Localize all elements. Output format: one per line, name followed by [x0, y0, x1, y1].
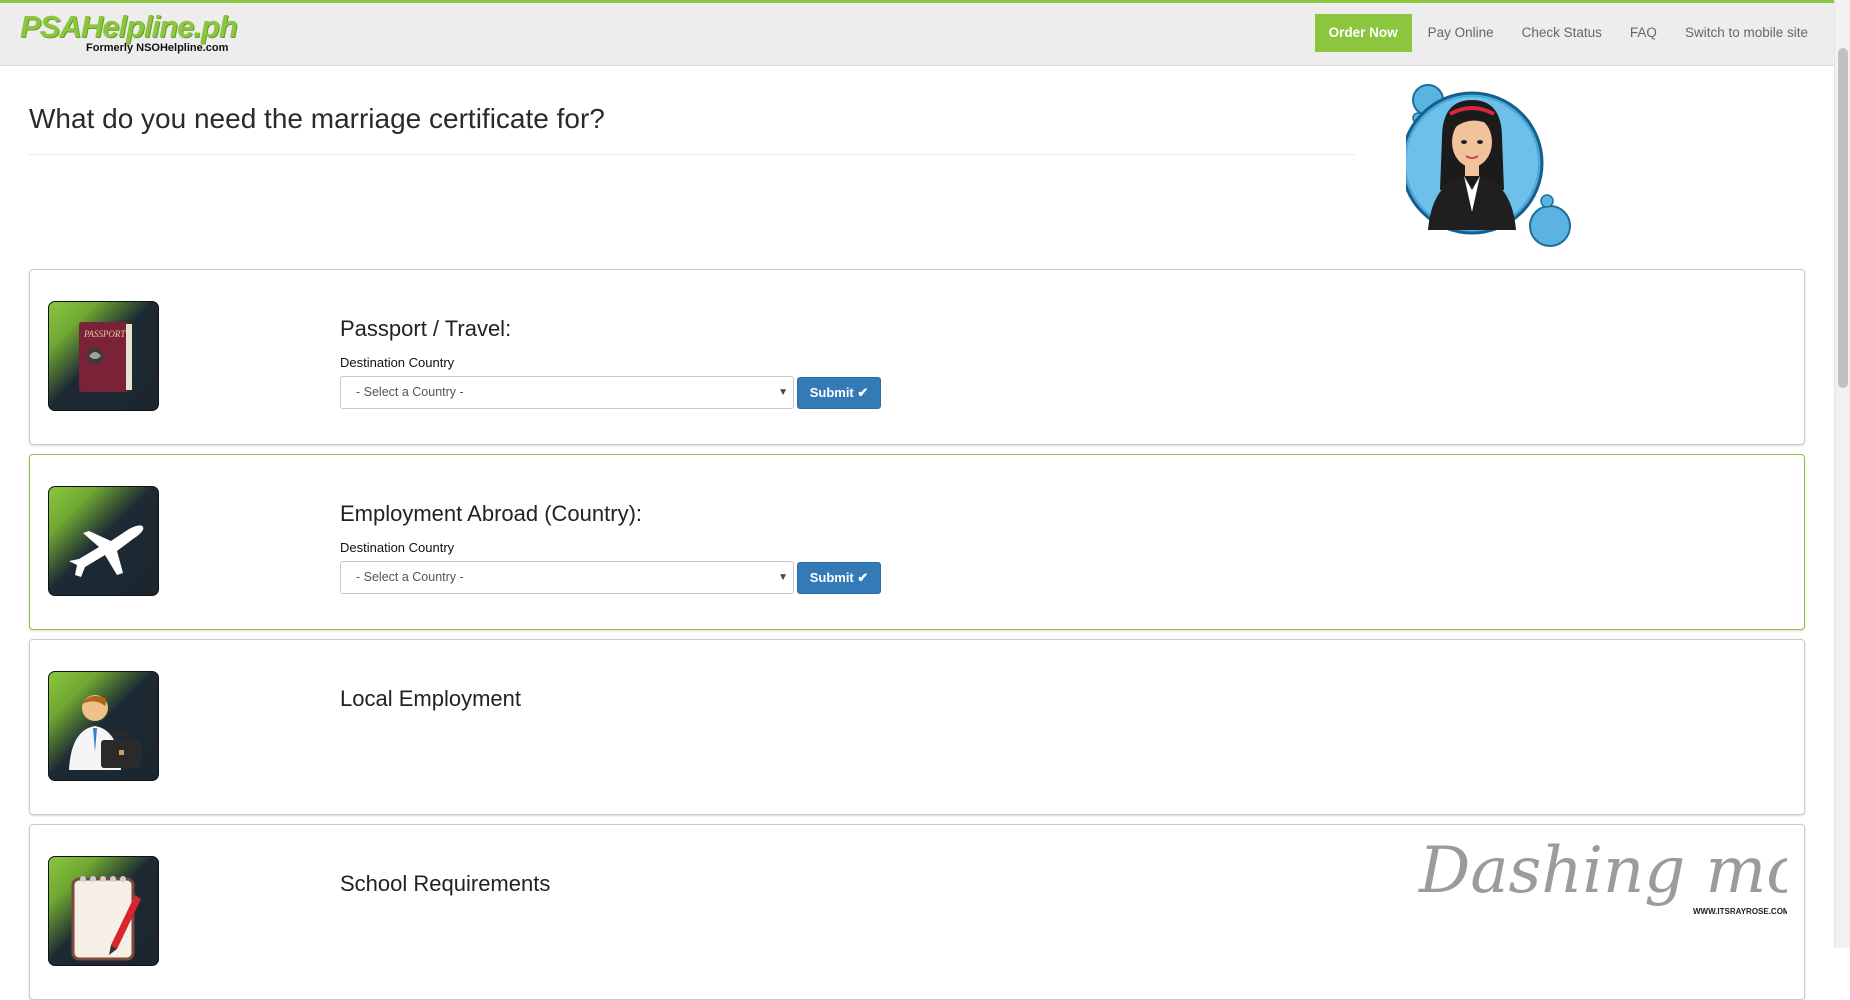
main-nav: Order Now Pay Online Check Status FAQ Sw…: [1314, 14, 1822, 52]
dropdown-arrow-icon: ▼: [778, 572, 788, 583]
svg-text:Dashing mom: Dashing mom: [1418, 834, 1787, 908]
nav-check-status[interactable]: Check Status: [1508, 14, 1616, 52]
card-title: School Requirements: [340, 871, 551, 896]
airplane-icon: [48, 486, 159, 596]
destination-country-label: Destination Country: [340, 355, 455, 370]
logo-subtitle: Formerly NSOHelpline.com: [86, 42, 229, 54]
svg-text:WWW.ITSRAYROSE.COM: WWW.ITSRAYROSE.COM: [1693, 907, 1787, 916]
assistant-avatar-icon: [1406, 84, 1571, 247]
country-select[interactable]: - Select a Country - ▼: [340, 561, 794, 594]
logo-text: PSAHelpline.ph: [20, 9, 238, 44]
nav-order-now[interactable]: Order Now: [1314, 14, 1412, 52]
checkmark-icon: ✔: [857, 385, 869, 400]
card-title: Passport / Travel:: [340, 316, 512, 341]
country-select-value: - Select a Country -: [356, 570, 464, 584]
top-nav-bar: PSAHelpline.ph Formerly NSOHelpline.com …: [0, 0, 1834, 66]
card-title: Employment Abroad (Country):: [340, 501, 643, 526]
country-select[interactable]: - Select a Country - ▼: [340, 376, 794, 409]
page-title: What do you need the marriage certificat…: [29, 103, 605, 134]
submit-label: Submit: [809, 570, 854, 585]
svg-text:PASSPORT: PASSPORT: [83, 329, 126, 339]
country-select-value: - Select a Country -: [356, 385, 464, 399]
purpose-card-local-employment[interactable]: Local Employment: [29, 639, 1805, 815]
scrollbar-thumb[interactable]: [1838, 48, 1848, 388]
card-title: Local Employment: [340, 686, 521, 711]
passport-icon: PASSPORT: [48, 301, 159, 411]
submit-button[interactable]: Submit ✔: [797, 377, 881, 409]
submit-label: Submit: [809, 385, 854, 400]
notepad-icon: [48, 856, 159, 966]
businessman-icon: [48, 671, 159, 781]
nav-faq[interactable]: FAQ: [1616, 14, 1671, 52]
purpose-card-passport-travel[interactable]: PASSPORT Passport / Travel: Destination …: [29, 269, 1805, 445]
submit-button[interactable]: Submit ✔: [797, 562, 881, 594]
dropdown-arrow-icon: ▼: [778, 387, 788, 398]
site-logo[interactable]: PSAHelpline.ph Formerly NSOHelpline.com: [20, 9, 238, 55]
destination-country-label: Destination Country: [340, 540, 455, 555]
title-divider: [28, 154, 1355, 155]
purpose-card-employment-abroad[interactable]: Employment Abroad (Country): Destination…: [29, 454, 1805, 630]
nav-pay-online[interactable]: Pay Online: [1414, 14, 1508, 52]
nav-switch-mobile[interactable]: Switch to mobile site: [1671, 14, 1822, 52]
dashing-mom-watermark: Dashing mom WWW.ITSRAYROSE.COM: [1418, 834, 1787, 916]
checkmark-icon: ✔: [857, 570, 869, 585]
page-scrollbar[interactable]: [1834, 0, 1850, 948]
